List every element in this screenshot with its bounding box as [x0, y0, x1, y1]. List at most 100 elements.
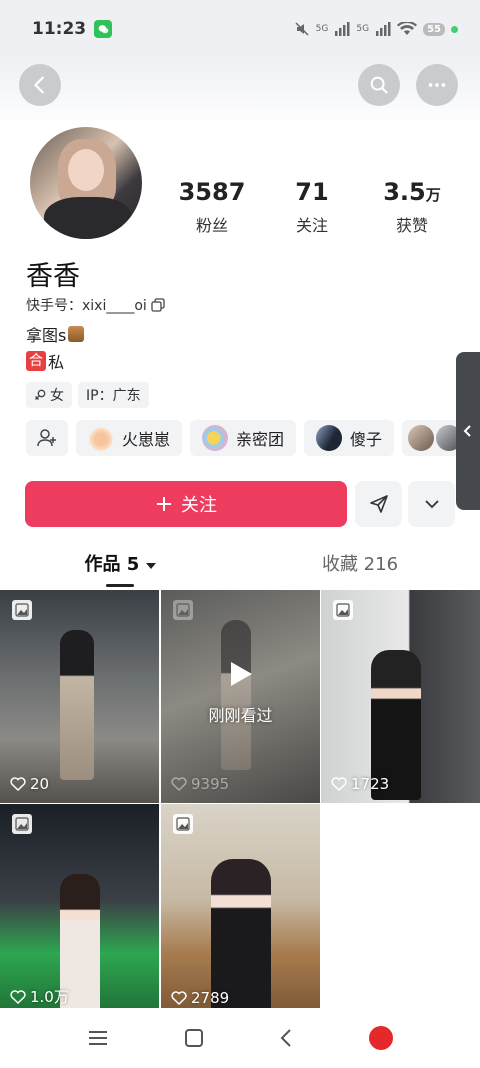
- friend-avatar: [88, 425, 114, 451]
- tab-favorites-label: 收藏 216: [321, 554, 399, 575]
- add-friend-button[interactable]: [26, 420, 68, 456]
- mute-icon: [295, 22, 309, 36]
- stat-likes[interactable]: 3.5万 获赞: [362, 178, 462, 236]
- ip-tag: IP：广东: [78, 382, 149, 408]
- privacy-dot: [451, 25, 458, 33]
- profile-stats: 3587 粉丝 71 关注 3.5万 获赞: [162, 178, 462, 236]
- friend-chip-1[interactable]: 火崽崽: [76, 420, 183, 456]
- friend-chip-3[interactable]: 傻子: [304, 420, 395, 456]
- heart-icon: [331, 777, 347, 791]
- signal-label-2: 5G: [356, 24, 370, 34]
- nav-back-icon[interactable]: [278, 1028, 294, 1048]
- post-card[interactable]: 刚刚看过 9395: [161, 590, 320, 803]
- status-indicators: 5G 5G 55: [294, 21, 458, 37]
- friend-avatar: [408, 425, 435, 451]
- screen-record-indicator[interactable]: [368, 1026, 393, 1050]
- signal-icon: [335, 22, 350, 36]
- heart-icon: [171, 777, 187, 791]
- wifi-icon: [397, 22, 418, 35]
- gender-label: 女: [50, 388, 64, 404]
- gender-tag: 女: [26, 382, 72, 408]
- stat-value: 3587: [178, 178, 246, 206]
- follow-label: 关注: [181, 495, 217, 516]
- plus-icon: [157, 497, 171, 511]
- status-bar: 11:23 5G 5G 55: [0, 0, 480, 58]
- heart-icon: [10, 989, 26, 1004]
- image-post-icon: [173, 600, 193, 620]
- header-background: [0, 58, 480, 128]
- like-count: 9395: [171, 775, 229, 793]
- share-button[interactable]: [355, 481, 402, 527]
- stat-label: 关注: [295, 216, 328, 235]
- nickname: 香香: [26, 261, 80, 292]
- stat-label: 获赞: [395, 216, 428, 235]
- stat-value: 3.5: [383, 178, 426, 206]
- back-arrow-icon: [34, 76, 44, 94]
- bio-text-1: 拿图s: [26, 326, 67, 345]
- search-icon: [370, 76, 388, 94]
- post-card[interactable]: 1723: [321, 590, 480, 803]
- heart-icon: [10, 777, 26, 791]
- image-post-icon: [173, 814, 193, 834]
- profile-tags: 女 IP：广东: [26, 382, 149, 408]
- like-count: 1723: [331, 775, 389, 793]
- friend-label: 傻子: [350, 430, 383, 449]
- he-badge: 合: [26, 351, 46, 371]
- more-dots-icon: [428, 83, 446, 87]
- post-card[interactable]: 20: [0, 590, 159, 803]
- bio-text-2: 私: [48, 353, 65, 372]
- recently-watched-label: 刚刚看过: [208, 706, 273, 725]
- back-button[interactable]: [19, 64, 61, 106]
- female-icon: [35, 389, 46, 400]
- tab-indicator: [106, 584, 134, 587]
- stat-value: 71: [295, 178, 329, 206]
- home-square-icon[interactable]: [184, 1028, 204, 1048]
- friend-chip-2[interactable]: 亲密团: [190, 420, 297, 456]
- system-nav-bar: [0, 1008, 480, 1068]
- like-count: 20: [10, 775, 49, 793]
- stat-label: 粉丝: [195, 216, 228, 235]
- add-user-icon: [37, 429, 56, 447]
- ip-label: IP：广东: [86, 388, 141, 404]
- follow-button[interactable]: 关注: [25, 481, 347, 527]
- friend-avatar: [202, 425, 229, 451]
- send-icon: [369, 495, 388, 513]
- like-count: 2789: [171, 989, 229, 1007]
- image-post-icon: [12, 600, 32, 620]
- friend-label: 火崽崽: [122, 430, 171, 449]
- caret-down-icon: [145, 563, 156, 569]
- signal-icon-2: [376, 22, 391, 36]
- wood-emoji-icon: [68, 326, 85, 342]
- post-card[interactable]: 2789: [161, 804, 320, 1017]
- search-button[interactable]: [358, 64, 400, 106]
- tab-favorites[interactable]: 收藏 216: [240, 550, 480, 576]
- tab-works[interactable]: 作品 5: [0, 550, 240, 576]
- avatar[interactable]: [28, 125, 144, 241]
- friends-row: 火崽崽 亲密团 傻子: [26, 420, 466, 456]
- menu-icon[interactable]: [87, 1029, 109, 1047]
- stat-followers[interactable]: 3587 粉丝: [162, 178, 262, 236]
- image-post-icon: [12, 814, 32, 834]
- bio-line-1: 拿图s: [26, 322, 85, 346]
- more-button[interactable]: [416, 64, 458, 106]
- post-card[interactable]: 1.0万: [0, 804, 159, 1017]
- copy-icon[interactable]: [151, 298, 165, 312]
- friend-label: 亲密团: [236, 430, 285, 449]
- stat-unit: 万: [425, 186, 441, 204]
- watched-overlay: 刚刚看过: [161, 660, 320, 726]
- tab-works-label: 作品 5: [84, 554, 140, 575]
- kuaishou-id: 快手号：xixi____oi: [26, 295, 165, 315]
- play-icon: [230, 662, 252, 686]
- chevron-left-icon: [463, 425, 471, 437]
- status-time: 11:23: [32, 19, 87, 39]
- bio-line-2: 合 私: [26, 349, 64, 373]
- dropdown-button[interactable]: [408, 481, 455, 527]
- wechat-notification-icon: [94, 20, 113, 38]
- stat-following[interactable]: 71 关注: [262, 178, 362, 236]
- side-drawer-handle[interactable]: [456, 352, 480, 510]
- chevron-down-icon: [424, 500, 439, 509]
- image-post-icon: [333, 600, 353, 620]
- battery-icon: 55: [423, 22, 445, 36]
- heart-icon: [171, 991, 187, 1005]
- friend-avatar: [316, 425, 343, 451]
